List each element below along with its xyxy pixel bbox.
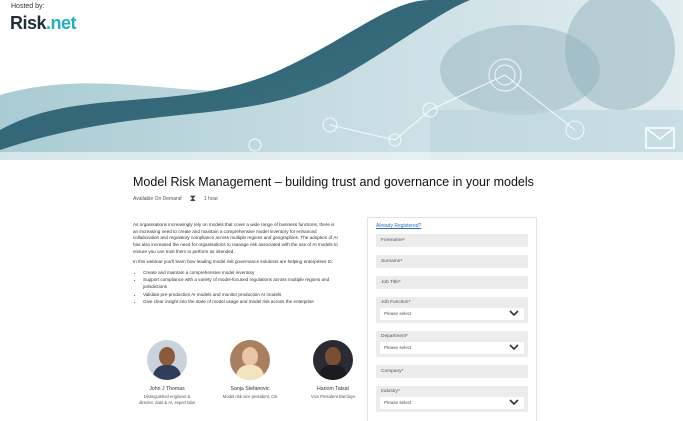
industry-value: Please select xyxy=(384,400,412,405)
surname-field[interactable]: Surname* xyxy=(376,255,528,268)
list-item: Validate pre-production AI models and mo… xyxy=(143,292,338,299)
hero-banner: Hosted by: Risk.net xyxy=(0,0,683,160)
registration-form: Already Registered? Forename* Surname* J… xyxy=(367,217,537,421)
chevron-down-icon xyxy=(509,399,519,406)
logo-suffix-text: .net xyxy=(46,13,77,33)
department-select[interactable]: Please select xyxy=(380,342,524,354)
job-function-label: Job Function* xyxy=(381,300,411,305)
page-title: Model Risk Management – building trust a… xyxy=(133,175,534,189)
description-intro: As organisations increasingly rely on mo… xyxy=(133,222,338,254)
speaker-name: Hariom Tatsat xyxy=(317,386,349,392)
speaker-role: Vice President Barclays xyxy=(310,394,356,399)
availability-text: Available On Demand xyxy=(133,195,182,202)
job-title-field[interactable]: Job Title* xyxy=(376,276,528,289)
speaker-role: Distinguished engineer & director, data … xyxy=(139,394,195,405)
chevron-down-icon xyxy=(509,310,519,317)
job-function-group: Job Function* Please select xyxy=(376,297,528,323)
avatar xyxy=(230,340,270,380)
department-value: Please select xyxy=(384,345,412,350)
duration-text: 1 hour xyxy=(203,195,219,202)
industry-label: Industry* xyxy=(381,389,400,394)
event-description: As organisations increasingly rely on mo… xyxy=(133,222,338,306)
list-item: Create and maintain a comprehensive mode… xyxy=(143,270,338,277)
job-function-value: Please select xyxy=(384,311,412,316)
chevron-down-icon xyxy=(509,344,519,351)
industry-select[interactable]: Please select xyxy=(380,397,524,409)
event-meta: Available On Demand ⧗ 1 hour xyxy=(133,194,218,203)
job-function-select[interactable]: Please select xyxy=(380,308,524,320)
list-item: Give clear insight into the state of mod… xyxy=(143,299,338,306)
list-item: Support compliance with a variety of mod… xyxy=(143,277,338,290)
company-field[interactable]: Company* xyxy=(376,365,528,378)
already-registered-link[interactable]: Already Registered? xyxy=(376,223,528,229)
speakers-section: John J Thomas Distinguished engineer & d… xyxy=(138,340,362,405)
hosted-by-label: Hosted by: xyxy=(11,3,45,10)
speaker-card: John J Thomas Distinguished engineer & d… xyxy=(138,340,196,405)
logo-main-text: Risk xyxy=(10,13,47,33)
industry-group: Industry* Please select xyxy=(376,386,528,412)
hero-illustration xyxy=(0,0,683,160)
avatar xyxy=(147,340,187,380)
description-lead-in: In this webinar you'll learn how leading… xyxy=(133,259,333,265)
speaker-name: Sanja Stefanovic xyxy=(230,386,270,392)
department-group: Department* Please select xyxy=(376,331,528,357)
speaker-card: Sanja Stefanovic Model risk vice preside… xyxy=(221,340,279,405)
risknet-logo[interactable]: Risk.net xyxy=(10,13,77,34)
speaker-name: John J Thomas xyxy=(149,386,185,392)
department-label: Department* xyxy=(381,334,408,339)
speaker-role: Model risk vice president, Citi xyxy=(222,394,278,399)
speaker-card: Hariom Tatsat Vice President Barclays xyxy=(304,340,362,405)
envelope-icon xyxy=(645,127,675,149)
hourglass-icon: ⧗ xyxy=(189,193,196,203)
avatar xyxy=(313,340,353,380)
forename-field[interactable]: Forename* xyxy=(376,234,528,247)
description-bullets: Create and maintain a comprehensive mode… xyxy=(143,270,338,306)
